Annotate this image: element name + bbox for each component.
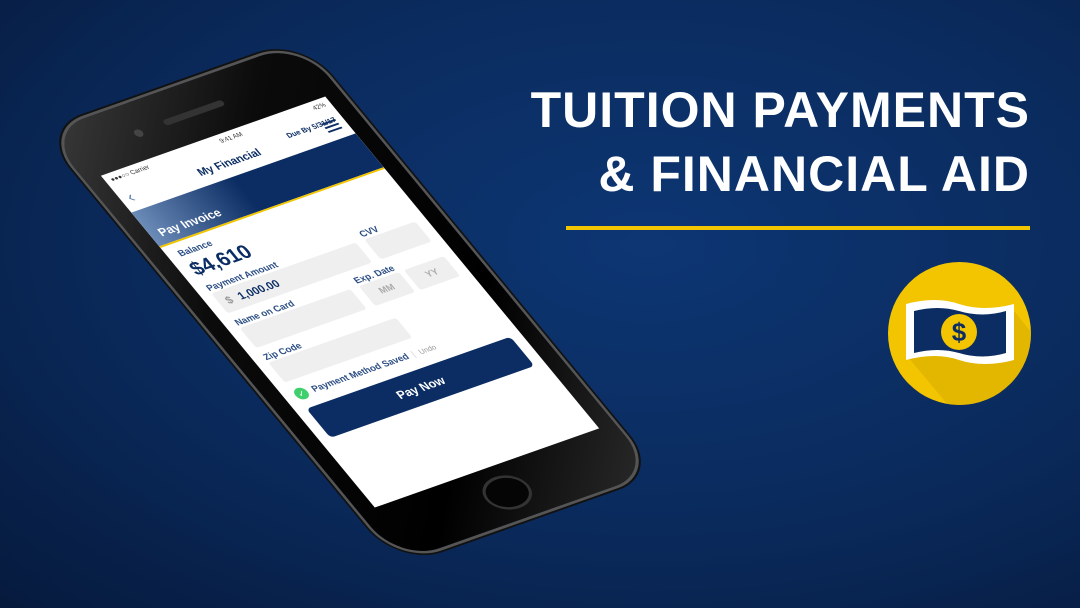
undo-link[interactable]: Undo	[410, 342, 439, 358]
back-icon[interactable]: ‹	[121, 188, 139, 206]
headline-line-1: TUITION PAYMENTS	[530, 82, 1030, 138]
headline-line-2: & FINANCIAL AID	[598, 146, 1030, 202]
app-screen: ●●●○○ Carrier 9:41 AM 42% ‹ My Financial…	[100, 96, 600, 508]
battery: 42%	[311, 101, 328, 112]
money-bill-dollar-icon: $	[888, 262, 1031, 405]
divider	[566, 226, 1030, 230]
speaker	[161, 99, 226, 126]
svg-text:$: $	[952, 317, 967, 347]
check-icon: ✓	[291, 386, 312, 402]
headline: TUITION PAYMENTS & FINANCIAL AID	[531, 78, 1030, 206]
camera	[132, 128, 146, 138]
home-button	[473, 469, 542, 516]
